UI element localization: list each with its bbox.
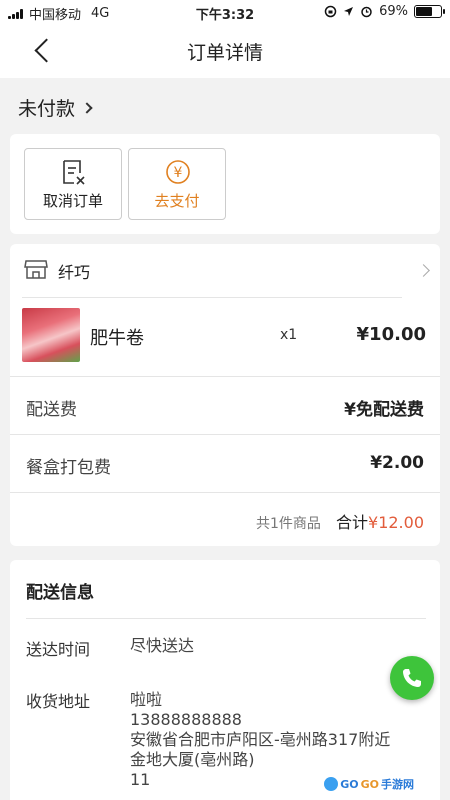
cancel-order-icon xyxy=(63,160,85,185)
chevron-right-icon xyxy=(417,264,430,277)
watermark-text: GO xyxy=(340,777,359,791)
order-status-label: 未付款 xyxy=(18,98,76,120)
delivery-time-label: 送达时间 xyxy=(26,640,91,659)
order-total-row: 共1件商品 合计¥12.00 xyxy=(10,492,440,546)
page-title: 订单详情 xyxy=(186,42,263,64)
pay-button[interactable]: ¥ 去支付 xyxy=(128,148,226,220)
total-label: 合计 xyxy=(336,513,369,532)
shop-row[interactable]: 纤巧 xyxy=(10,244,440,296)
fee-label: 配送费 xyxy=(26,400,77,420)
recipient-phone: 13888888888 xyxy=(130,710,242,729)
chevron-right-icon xyxy=(81,101,93,114)
delivery-fee-row: 配送费 ¥免配送费 xyxy=(10,376,440,434)
order-item: 肥牛卷 x1 ¥10.00 xyxy=(10,298,440,376)
fee-value: ¥免配送费 xyxy=(344,400,424,420)
alarm-icon xyxy=(361,6,372,18)
logo-mark xyxy=(324,777,339,791)
status-bar: 中国移动 4G 下午3:32 69% xyxy=(0,0,450,24)
total-amount: ¥12.00 xyxy=(368,513,424,532)
order-items-card: 纤巧 肥牛卷 x1 ¥10.00 配送费 ¥免配送费 餐盒打包费 ¥2.00 共… xyxy=(10,244,440,546)
item-quantity: x1 xyxy=(280,327,298,343)
fee-value: ¥2.00 xyxy=(370,453,424,473)
item-name: 肥牛卷 xyxy=(90,328,144,349)
cancel-order-button[interactable]: 取消订单 xyxy=(24,148,122,220)
order-status[interactable]: 未付款 xyxy=(18,94,93,121)
phone-icon xyxy=(403,669,421,687)
packaging-fee-row: 餐盒打包费 ¥2.00 xyxy=(10,434,440,492)
fee-label: 餐盒打包费 xyxy=(26,458,111,478)
delivery-time-value: 尽快送达 xyxy=(130,636,195,655)
battery-icon xyxy=(414,5,445,18)
status-right: 69% xyxy=(324,4,445,19)
order-actions-card: 取消订单 ¥ 去支付 xyxy=(10,134,440,234)
watermark-logo: GO GO 手游网 xyxy=(318,774,420,794)
store-icon xyxy=(24,260,48,279)
pay-label: 去支付 xyxy=(154,192,200,210)
item-price: ¥10.00 xyxy=(356,324,426,345)
watermark-text: GO xyxy=(360,777,379,791)
battery-percent: 69% xyxy=(379,4,408,19)
item-count: 共1件商品 xyxy=(255,516,321,532)
delivery-info-card: 配送信息 送达时间 尽快送达 收货地址 啦啦 13888888888 安徽省合肥… xyxy=(10,560,440,800)
yuan-icon: ¥ xyxy=(166,160,190,184)
watermark-text: 手游网 xyxy=(381,778,414,791)
cancel-order-label: 取消订单 xyxy=(42,192,103,210)
divider xyxy=(26,618,426,619)
yuan-symbol: ¥ xyxy=(174,165,183,181)
item-thumbnail xyxy=(22,308,80,362)
address-label: 收货地址 xyxy=(26,692,91,711)
location-icon xyxy=(344,7,354,16)
call-button[interactable] xyxy=(390,656,434,700)
battery-fill xyxy=(416,7,432,16)
recipient-name: 啦啦 xyxy=(130,690,163,709)
shop-name: 纤巧 xyxy=(58,263,91,282)
section-title: 配送信息 xyxy=(26,583,94,603)
rotation-lock-icon xyxy=(324,5,337,18)
address-line: 安徽省合肥市庐阳区-亳州路317附近 xyxy=(130,730,391,749)
address-line: 金地大厦(亳州路) xyxy=(130,750,255,769)
navigation-bar: 订单详情 xyxy=(0,24,450,78)
